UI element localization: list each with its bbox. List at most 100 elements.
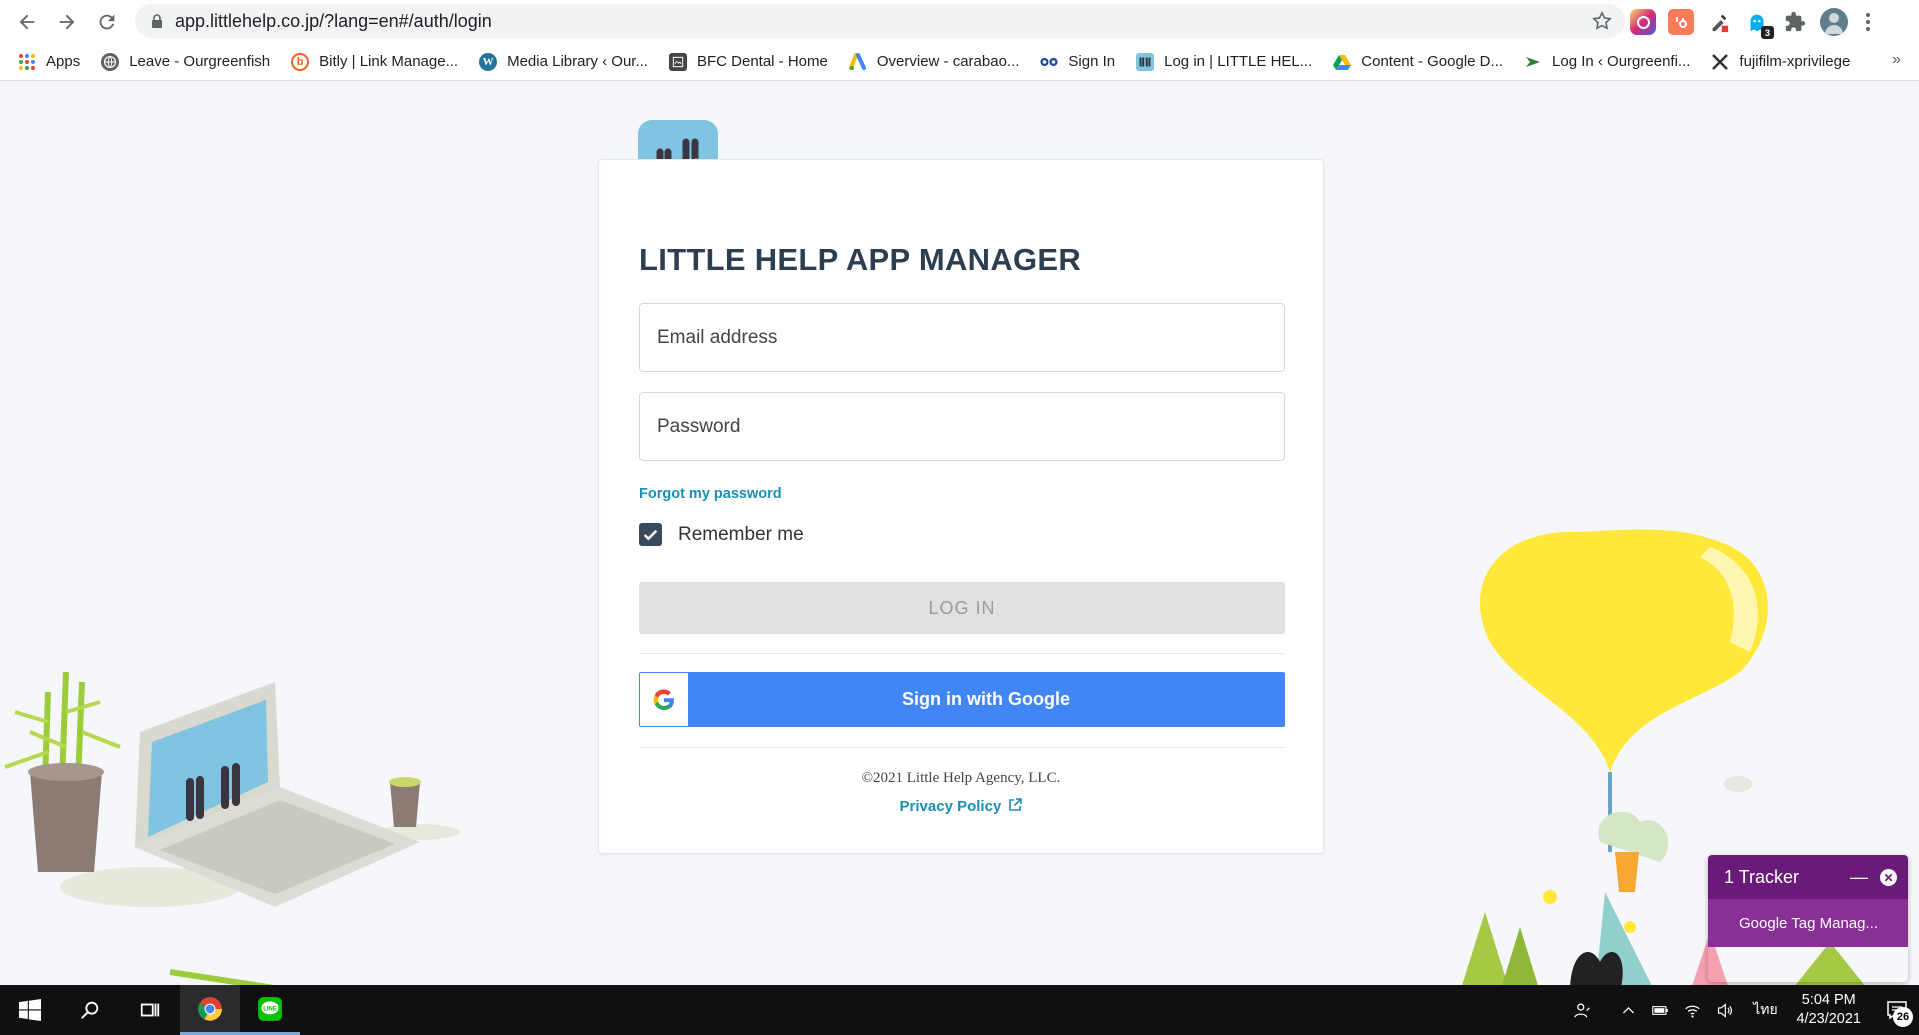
language-indicator[interactable]: ไทย [1748,999,1782,1021]
checkmark-icon [643,529,658,541]
battery-icon[interactable] [1646,1002,1674,1019]
line-app-icon: LINE [258,996,282,1021]
bookmark-fujifilm[interactable]: fujifilm-xprivilege [1711,53,1850,71]
kebab-menu-icon [1866,13,1870,31]
x-icon [1711,53,1729,71]
volume-icon[interactable] [1710,1002,1738,1019]
bookmark-label: Overview - carabao... [876,53,1020,70]
task-view-icon [140,1003,160,1017]
puzzle-ext-icon[interactable] [1782,9,1808,35]
laptop [135,682,420,985]
bookmark-overview[interactable]: Overview - carabao... [848,52,1020,71]
ourgreenfish-icon [1524,53,1542,71]
task-view-button[interactable] [120,985,180,1035]
chrome-taskbar-app[interactable] [180,985,240,1035]
bookmark-label: Content - Google D... [1361,53,1504,70]
bookmark-label: Apps [46,53,81,70]
hubspot-ext-icon[interactable] [1668,9,1694,35]
reload-icon [99,14,115,29]
bookmark-label: Log in | LITTLE HEL... [1164,53,1313,70]
browser-toolbar: app.littlehelp.co.jp/?lang=en#/auth/logi… [0,0,1919,43]
tracker-widget: 1 Tracker — ✕ Google Tag Manag... [1708,855,1908,982]
desk-illustration [4,672,460,985]
wifi-icon[interactable] [1678,1002,1706,1019]
bookmark-bitly[interactable]: b Bitly | Link Manage... [291,52,458,71]
address-bar[interactable]: app.littlehelp.co.jp/?lang=en#/auth/logi… [135,4,1625,38]
reload-button[interactable] [87,2,127,42]
chevron-up-icon[interactable] [1614,1002,1642,1019]
password-field[interactable] [639,392,1285,461]
google-sign-in-button[interactable]: Sign in with Google [639,672,1285,727]
people-icon[interactable] [1568,1002,1596,1019]
clock-time: 5:04 PM [1801,992,1856,1008]
windows-taskbar: LINE ไทย 5:04 PM 4/23/2021 26 [0,985,1919,1035]
instagram-ext-icon[interactable] [1630,9,1656,35]
bitly-icon: b [291,52,310,71]
bookmark-star-icon[interactable] [1591,10,1613,32]
line-taskbar-app[interactable]: LINE [240,985,300,1035]
close-icon[interactable]: ✕ [1880,869,1897,886]
privacy-policy-link[interactable]: Privacy Policy [599,798,1323,815]
google-ads-icon [848,52,867,71]
bookmark-apps[interactable]: Apps [18,53,80,71]
google-g-icon [653,688,674,710]
extensions-area: 3 [1630,6,1876,39]
google-drive-icon [1333,53,1352,71]
page-title: LITTLE HELP APP MANAGER [639,242,1082,277]
privacy-policy-label: Privacy Policy [899,798,1002,815]
arrow-right-icon [59,14,75,29]
minimize-icon[interactable]: — [1850,867,1868,888]
eyedropper-ext-icon[interactable] [1706,9,1732,35]
bookmark-sign-in[interactable]: Sign In [1040,53,1115,71]
bookmarks-more-button[interactable]: » [1892,51,1901,69]
bookmark-google-drive[interactable]: Content - Google D... [1333,53,1503,71]
ghostery-badge: 3 [1761,26,1774,39]
email-field[interactable] [639,303,1285,372]
forward-button[interactable] [47,2,87,42]
google-button-label: Sign in with Google [902,689,1070,709]
external-link-icon [1009,798,1023,811]
svg-text:LINE: LINE [263,1006,277,1012]
notification-button[interactable]: 26 [1875,985,1919,1035]
arrow-left-icon [19,14,35,29]
back-button[interactable] [7,2,47,42]
apps-grid-icon [18,53,36,71]
tracker-item[interactable]: Google Tag Manag... [1708,899,1908,947]
url-text: app.littlehelp.co.jp/?lang=en#/auth/logi… [175,10,492,31]
bookmark-label: Sign In [1068,53,1116,70]
copyright-text: ©2021 Little Help Agency, LLC. [861,770,1061,786]
bookmark-label: Media Library ‹ Our... [507,53,648,70]
bookmark-little-help[interactable]: Log in | LITTLE HEL... [1136,52,1313,71]
profile-avatar-icon[interactable] [1820,8,1848,36]
clock[interactable]: 5:04 PM 4/23/2021 [1796,991,1861,1029]
login-card: LITTLE HELP APP MANAGER Forgot my passwo… [598,159,1324,854]
remember-me-row[interactable]: Remember me [639,523,804,546]
tea-cup [389,777,421,827]
bookmark-media-library[interactable]: W Media Library ‹ Our... [479,52,648,71]
tracker-title: 1 Tracker [1724,866,1800,887]
divider [639,747,1285,748]
login-button[interactable]: LOG IN [639,582,1285,634]
windows-logo-icon [19,999,41,1021]
bookmark-log-in[interactable]: Log In ‹ Ourgreenfi... [1524,53,1690,71]
chrome-icon [198,996,222,1021]
divider [639,653,1285,654]
bookmark-leave[interactable]: Leave - Ourgreenfish [101,52,271,71]
remember-me-label: Remember me [678,523,804,545]
tracker-header: 1 Tracker — ✕ [1708,855,1908,899]
bookmark-label: Leave - Ourgreenfish [129,53,271,70]
start-button[interactable] [0,985,60,1035]
remember-me-checkbox[interactable] [639,523,662,546]
search-button[interactable] [60,985,120,1035]
bookmarks-bar: Apps Leave - Ourgreenfish b Bitly | Link… [0,43,1919,81]
notification-count: 26 [1893,1007,1913,1027]
browser-menu-button[interactable] [1860,9,1876,35]
bookmark-label: Log In ‹ Ourgreenfi... [1552,53,1691,70]
system-tray: ไทย 5:04 PM 4/23/2021 26 [1568,985,1919,1035]
bookmark-bfc-dental[interactable]: BFC Dental - Home [668,52,828,71]
little-help-icon [1136,52,1155,71]
clock-date: 4/23/2021 [1796,1011,1861,1027]
forgot-password-link[interactable]: Forgot my password [639,486,782,502]
ghostery-ext-icon[interactable]: 3 [1744,9,1774,39]
sign-in-icon [1040,53,1058,71]
